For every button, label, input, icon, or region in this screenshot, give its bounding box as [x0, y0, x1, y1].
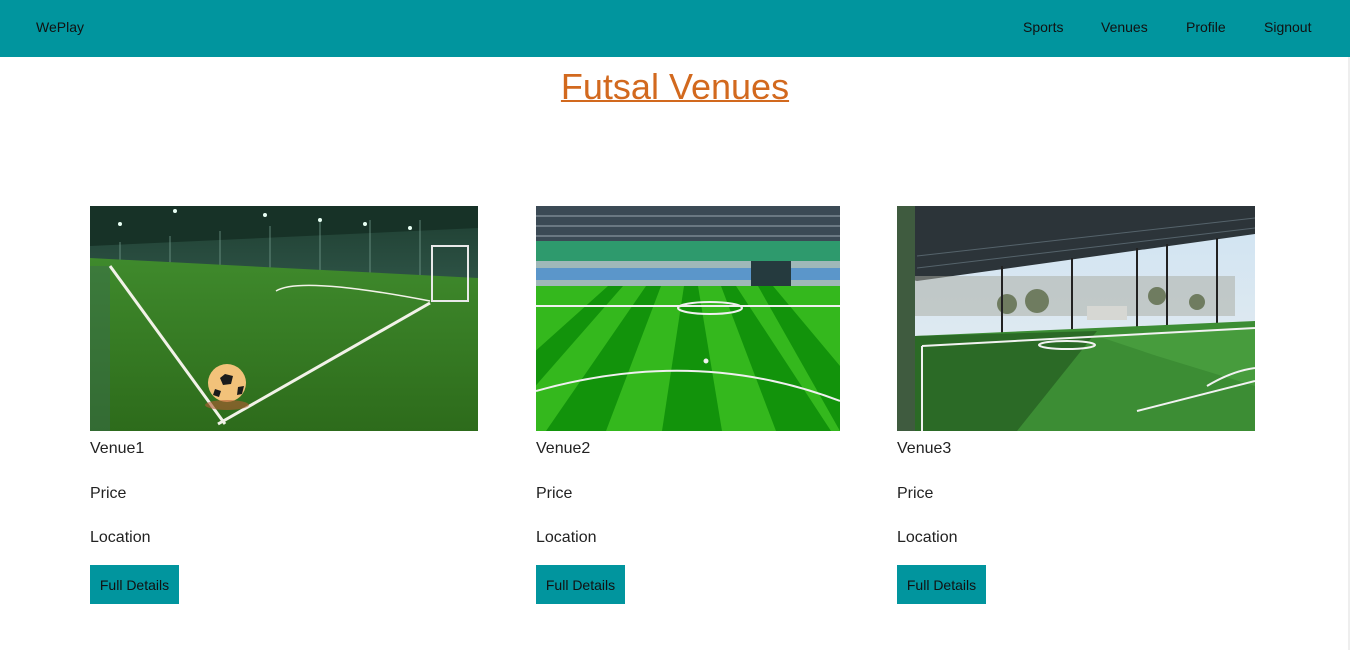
venue-card-2: Venue2 Price Location Full Details [536, 206, 840, 604]
venue-name: Venue3 [897, 440, 952, 457]
nav-link-venues[interactable]: Venues [1101, 19, 1148, 35]
nav-link-profile[interactable]: Profile [1186, 19, 1226, 35]
full-details-button-3[interactable]: Full Details [897, 565, 986, 604]
venue-location: Location [536, 529, 597, 546]
venue-image-2 [536, 206, 840, 431]
venue-image-1 [90, 206, 478, 431]
venue-price: Price [897, 485, 934, 502]
venue-location: Location [897, 529, 958, 546]
venue-image-3 [897, 206, 1255, 431]
venue-name: Venue2 [536, 440, 591, 457]
navbar: WePlay Sports Venues Profile Signout [0, 0, 1350, 57]
nav-link-signout[interactable]: Signout [1264, 19, 1311, 35]
nav-link-sports[interactable]: Sports [1023, 19, 1063, 35]
page-title: Futsal Venues [0, 66, 1350, 108]
full-details-button-2[interactable]: Full Details [536, 565, 625, 604]
venue-location: Location [90, 529, 151, 546]
full-details-button-1[interactable]: Full Details [90, 565, 179, 604]
venue-price: Price [536, 485, 573, 502]
venue-card-3: Venue3 Price Location Full Details [897, 206, 1255, 604]
venue-card-1: Venue1 Price Location Full Details [90, 206, 478, 604]
brand-logo-link[interactable]: WePlay [36, 19, 84, 35]
page-title-text[interactable]: Futsal Venues [561, 66, 789, 107]
venue-price: Price [90, 485, 127, 502]
venue-name: Venue1 [90, 440, 145, 457]
